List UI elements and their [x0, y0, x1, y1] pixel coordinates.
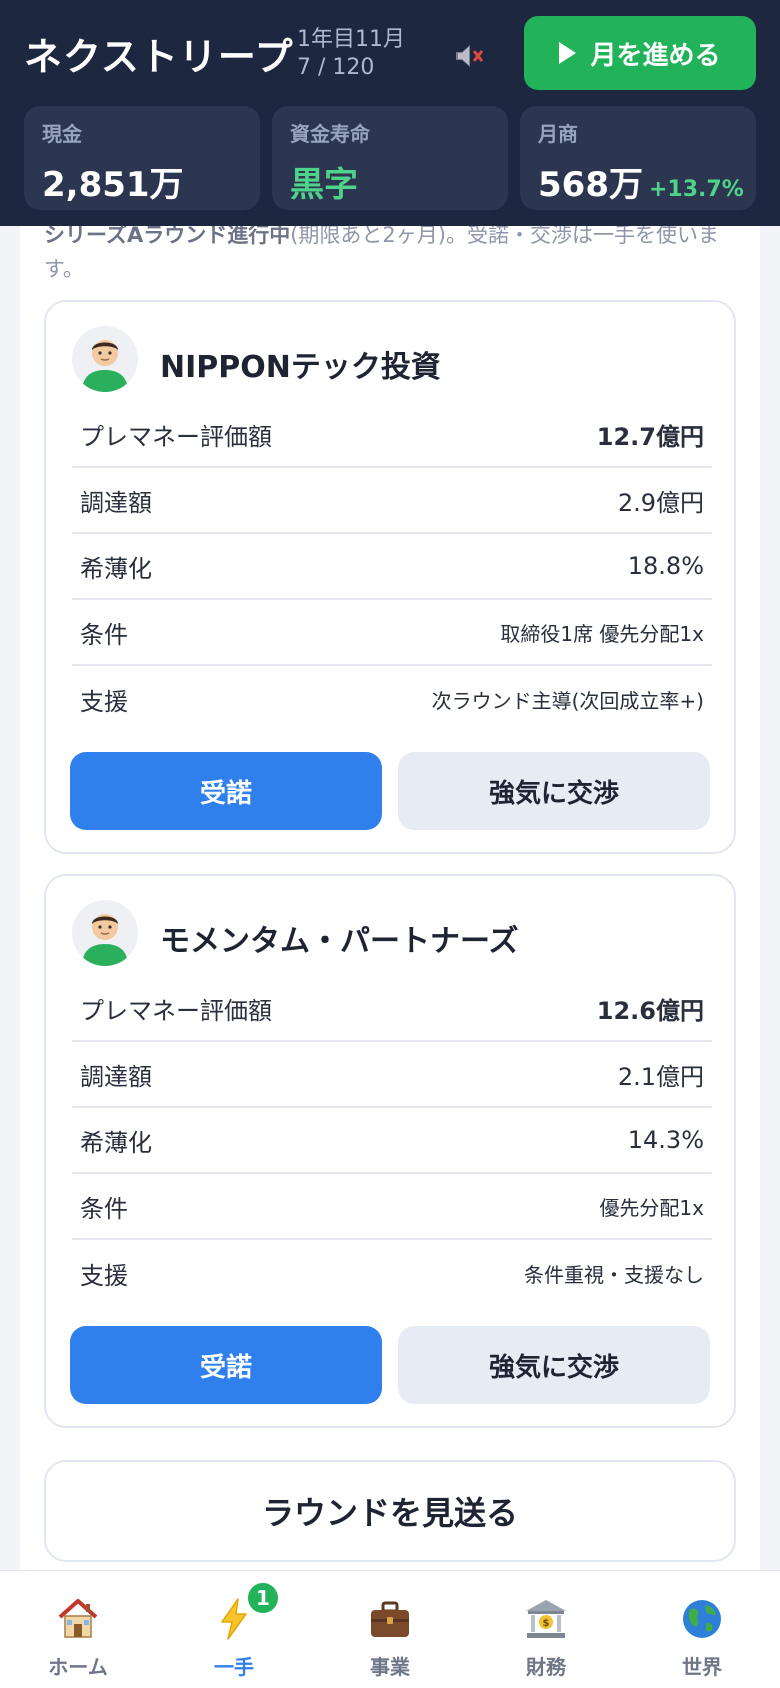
- nav-finance[interactable]: $ 財務: [468, 1571, 624, 1688]
- term-value: 条件重視・支援なし: [524, 1262, 704, 1287]
- nav-world[interactable]: 世界: [624, 1571, 780, 1688]
- svg-text:$: $: [543, 1618, 550, 1629]
- investor-name: モメンタム・パートナーズ: [160, 924, 519, 959]
- term-value: 2.1億円: [617, 1062, 704, 1091]
- nav-home[interactable]: ホーム: [0, 1571, 156, 1688]
- term-label: プレマネー評価額: [80, 422, 272, 451]
- term-label: プレマネー評価額: [80, 996, 272, 1025]
- negotiate-button[interactable]: 強気に交渉: [398, 1326, 710, 1404]
- month-info: 1年目11月 7 / 120: [297, 26, 405, 82]
- nav-label: 事業: [370, 1655, 410, 1679]
- term-value: 取締役1席 優先分配1x: [500, 621, 704, 646]
- nav-label: 世界: [682, 1655, 722, 1679]
- skip-round-button[interactable]: ラウンドを見送る: [44, 1460, 736, 1562]
- bottom-nav: ホーム 1 一手 事業 $ 財務 世界: [0, 1570, 780, 1688]
- stat-value: 黒字: [290, 165, 358, 205]
- round-status: シリーズAラウンド進行中: [44, 223, 291, 247]
- stat-label: 現金: [42, 122, 82, 146]
- nav-label: 一手: [214, 1655, 254, 1679]
- term-row: 調達額 2.1億円: [72, 1042, 712, 1108]
- nav-label: 財務: [526, 1655, 566, 1679]
- term-value: 12.7億円: [596, 422, 704, 451]
- term-row: プレマネー評価額 12.7億円: [72, 402, 712, 468]
- accept-button[interactable]: 受諾: [70, 752, 382, 830]
- month-label: 1年目11月: [297, 27, 405, 52]
- term-row: 条件 取締役1席 優先分配1x: [72, 600, 712, 666]
- briefcase-icon: [366, 1595, 414, 1643]
- term-row: 支援 次ラウンド主導(次回成立率+): [72, 666, 712, 732]
- stat-runway: 資金寿命 黒字: [272, 106, 508, 210]
- stat-change: +13.7%: [648, 177, 744, 202]
- stat-label: 資金寿命: [290, 122, 370, 146]
- term-row: 条件 優先分配1x: [72, 1174, 712, 1240]
- globe-icon: [678, 1595, 726, 1643]
- term-label: 支援: [80, 687, 128, 716]
- term-value: 2.9億円: [617, 488, 704, 517]
- nav-business[interactable]: 事業: [312, 1571, 468, 1688]
- term-value: 次ラウンド主導(次回成立率+): [431, 688, 704, 713]
- term-row: 調達額 2.9億円: [72, 468, 712, 534]
- offer-terms: プレマネー評価額 12.7億円 調達額 2.9億円 希薄化 18.8% 条件 取…: [72, 402, 712, 732]
- mute-icon[interactable]: [452, 40, 484, 72]
- term-label: 希薄化: [80, 554, 152, 583]
- investor-avatar-icon: [72, 326, 138, 392]
- main-content: シリーズAラウンド進行中(期限あと2ヶ月)。受諾・交渉は一手を使います。 NIP…: [20, 200, 760, 1570]
- bank-icon: $: [522, 1595, 570, 1643]
- investor-name: NIPPONテック投資: [160, 350, 441, 385]
- stat-label: 月商: [538, 122, 578, 146]
- term-row: 希薄化 14.3%: [72, 1108, 712, 1174]
- nav-action[interactable]: 1 一手: [156, 1571, 312, 1688]
- term-label: 支援: [80, 1261, 128, 1290]
- negotiate-button[interactable]: 強気に交渉: [398, 752, 710, 830]
- app-title: ネクストリープ: [24, 35, 294, 79]
- investor-avatar-icon: [72, 900, 138, 966]
- term-label: 条件: [80, 620, 128, 649]
- nav-label: ホーム: [48, 1655, 108, 1679]
- stat-cash: 現金 2,851万: [24, 106, 260, 210]
- term-row: 希薄化 18.8%: [72, 534, 712, 600]
- nav-badge: 1: [246, 1581, 280, 1615]
- stat-monthly-revenue: 月商 568万 +13.7%: [520, 106, 756, 210]
- app-header: ネクストリープ 1年目11月 7 / 120 月を進める 現金 2,851万 資…: [0, 0, 780, 226]
- stat-value-row: 568万 +13.7%: [538, 157, 744, 206]
- term-value: 優先分配1x: [599, 1195, 704, 1220]
- progress-label: 7 / 120: [297, 55, 375, 80]
- accept-button[interactable]: 受諾: [70, 1326, 382, 1404]
- term-label: 希薄化: [80, 1128, 152, 1157]
- term-value: 18.8%: [627, 552, 704, 580]
- offer-card: NIPPONテック投資 プレマネー評価額 12.7億円 調達額 2.9億円 希薄…: [44, 300, 736, 854]
- term-row: 支援 条件重視・支援なし: [72, 1240, 712, 1306]
- advance-month-label: 月を進める: [590, 40, 721, 71]
- house-icon: [54, 1595, 102, 1643]
- stat-value: 2,851万: [42, 165, 184, 205]
- offer-card: モメンタム・パートナーズ プレマネー評価額 12.6億円 調達額 2.1億円 希…: [44, 874, 736, 1428]
- term-value: 14.3%: [627, 1126, 704, 1154]
- term-label: 条件: [80, 1194, 128, 1223]
- term-label: 調達額: [80, 488, 152, 517]
- term-label: 調達額: [80, 1062, 152, 1091]
- round-intro: シリーズAラウンド進行中(期限あと2ヶ月)。受諾・交渉は一手を使います。: [44, 218, 744, 286]
- term-row: プレマネー評価額 12.6億円: [72, 976, 712, 1042]
- stat-value: 568万: [538, 165, 643, 205]
- advance-month-button[interactable]: 月を進める: [524, 16, 756, 90]
- play-icon: [559, 42, 577, 64]
- offer-terms: プレマネー評価額 12.6億円 調達額 2.1億円 希薄化 14.3% 条件 優…: [72, 976, 712, 1306]
- term-value: 12.6億円: [596, 996, 704, 1025]
